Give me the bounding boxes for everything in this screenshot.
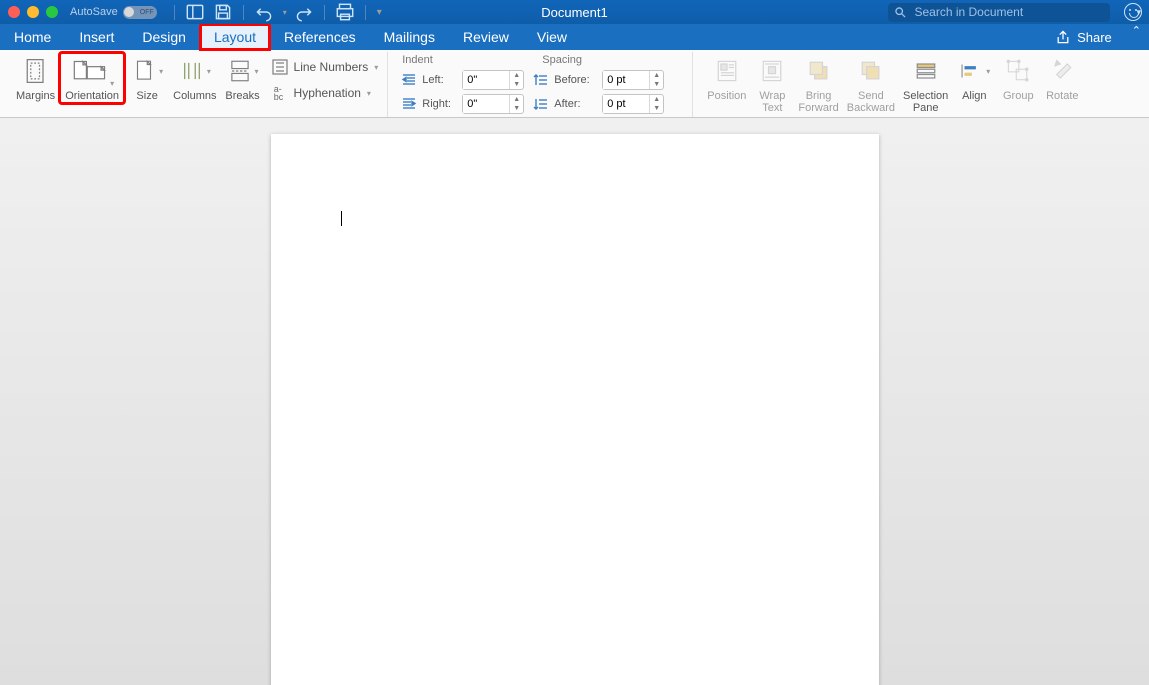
indent-right-up[interactable]: ▲ xyxy=(510,95,523,104)
spacing-after-icon xyxy=(532,96,550,112)
tab-layout[interactable]: Layout xyxy=(200,24,270,50)
indent-right-input[interactable]: ▲▼ xyxy=(462,94,524,114)
search-icon xyxy=(894,6,907,19)
window-controls xyxy=(8,6,58,18)
feedback-button[interactable]: ▾ xyxy=(1124,3,1141,21)
qat-customize-icon[interactable]: ▾ xyxy=(377,7,382,18)
home-view-icon[interactable] xyxy=(184,3,206,21)
ribbon: Margins ▾ Orientation ▾ Size xyxy=(0,50,1149,118)
fullscreen-window-button[interactable] xyxy=(46,6,58,18)
align-icon: ▾ xyxy=(958,54,990,88)
selection-pane-icon xyxy=(910,54,942,88)
indent-left-icon xyxy=(400,72,418,88)
position-button: Position xyxy=(703,52,750,104)
collapse-ribbon-button[interactable]: ⌃ xyxy=(1124,24,1149,50)
document-workspace[interactable] xyxy=(0,118,1149,685)
minimize-window-button[interactable] xyxy=(27,6,39,18)
spacing-after-down[interactable]: ▼ xyxy=(650,104,663,113)
tab-insert[interactable]: Insert xyxy=(65,24,128,50)
share-icon xyxy=(1055,29,1071,45)
hyphenation-icon: a-bc xyxy=(268,83,290,103)
page-setup-group: Margins ▾ Orientation ▾ Size xyxy=(6,52,388,117)
undo-more-icon[interactable]: ▾ xyxy=(283,8,287,17)
spacing-before-icon xyxy=(532,72,550,88)
indent-label: Indent xyxy=(402,54,542,66)
breaks-button[interactable]: ▾ Breaks xyxy=(221,52,265,104)
spacing-after-input[interactable]: ▲▼ xyxy=(602,94,664,114)
orientation-button[interactable]: ▾ Orientation xyxy=(59,52,125,104)
indent-left-input[interactable]: ▲▼ xyxy=(462,70,524,90)
group-icon xyxy=(1002,54,1034,88)
align-button[interactable]: ▾ Align xyxy=(952,52,996,104)
tab-review[interactable]: Review xyxy=(449,24,523,50)
document-title: Document1 xyxy=(541,5,607,20)
spacing-before-up[interactable]: ▲ xyxy=(650,71,663,80)
bring-forward-button: Bring Forward xyxy=(794,52,842,116)
undo-icon[interactable] xyxy=(253,3,275,21)
line-numbers-button[interactable]: Line Numbers ▾ xyxy=(265,56,382,78)
size-button[interactable]: ▾ Size xyxy=(125,52,169,104)
arrange-group: Position Wrap Text Bring Forward Send Ba… xyxy=(697,52,1090,117)
columns-button[interactable]: ▾ Columns xyxy=(169,52,220,104)
quick-access-toolbar: ▾ ▾ xyxy=(171,3,382,21)
margins-button[interactable]: Margins xyxy=(12,52,59,104)
rotate-icon xyxy=(1046,54,1078,88)
wrap-text-button: Wrap Text xyxy=(750,52,794,116)
tab-mailings[interactable]: Mailings xyxy=(370,24,449,50)
rotate-button: Rotate xyxy=(1040,52,1084,104)
position-icon xyxy=(711,54,743,88)
ribbon-tabs: Home Insert Design Layout References Mai… xyxy=(0,24,1149,50)
title-bar: AutoSave OFF ▾ ▾ Document1 xyxy=(0,0,1149,24)
spacing-label: Spacing xyxy=(542,54,682,66)
document-page[interactable] xyxy=(271,134,879,685)
indent-right-icon xyxy=(400,96,418,112)
indent-left-down[interactable]: ▼ xyxy=(510,80,523,89)
tab-view[interactable]: View xyxy=(523,24,581,50)
send-backward-icon xyxy=(855,54,887,88)
hyphenation-button[interactable]: a-bc Hyphenation ▾ xyxy=(265,82,382,104)
redo-icon[interactable] xyxy=(293,3,315,21)
share-label: Share xyxy=(1077,30,1112,45)
tab-design[interactable]: Design xyxy=(128,24,200,50)
breaks-icon: ▾ xyxy=(227,54,259,88)
print-icon[interactable] xyxy=(334,3,356,21)
autosave-control[interactable]: AutoSave OFF xyxy=(70,6,157,19)
autosave-toggle[interactable]: OFF xyxy=(123,6,157,19)
columns-icon: ▾ xyxy=(179,54,211,88)
selection-pane-button[interactable]: Selection Pane xyxy=(899,52,952,116)
orientation-icon: ▾ xyxy=(70,54,114,88)
send-backward-button: Send Backward xyxy=(843,52,899,116)
indent-right-down[interactable]: ▼ xyxy=(510,104,523,113)
tab-references[interactable]: References xyxy=(270,24,370,50)
spacing-after-up[interactable]: ▲ xyxy=(650,95,663,104)
share-button[interactable]: Share xyxy=(1043,24,1124,50)
autosave-label: AutoSave xyxy=(70,6,118,18)
search-input[interactable] xyxy=(912,4,1104,20)
tab-home[interactable]: Home xyxy=(0,24,65,50)
size-icon: ▾ xyxy=(131,54,163,88)
paragraph-group: Indent Spacing Left: ▲▼ xyxy=(392,52,693,117)
spacing-before-down[interactable]: ▼ xyxy=(650,80,663,89)
text-cursor xyxy=(341,211,342,226)
group-button: Group xyxy=(996,52,1040,104)
save-icon[interactable] xyxy=(212,3,234,21)
bring-forward-icon xyxy=(803,54,835,88)
indent-left-up[interactable]: ▲ xyxy=(510,71,523,80)
line-numbers-icon xyxy=(268,57,290,77)
search-box[interactable] xyxy=(888,3,1110,22)
wrap-text-icon xyxy=(756,54,788,88)
spacing-before-input[interactable]: ▲▼ xyxy=(602,70,664,90)
close-window-button[interactable] xyxy=(8,6,20,18)
margins-icon xyxy=(20,54,52,88)
smiley-icon xyxy=(1124,3,1142,21)
